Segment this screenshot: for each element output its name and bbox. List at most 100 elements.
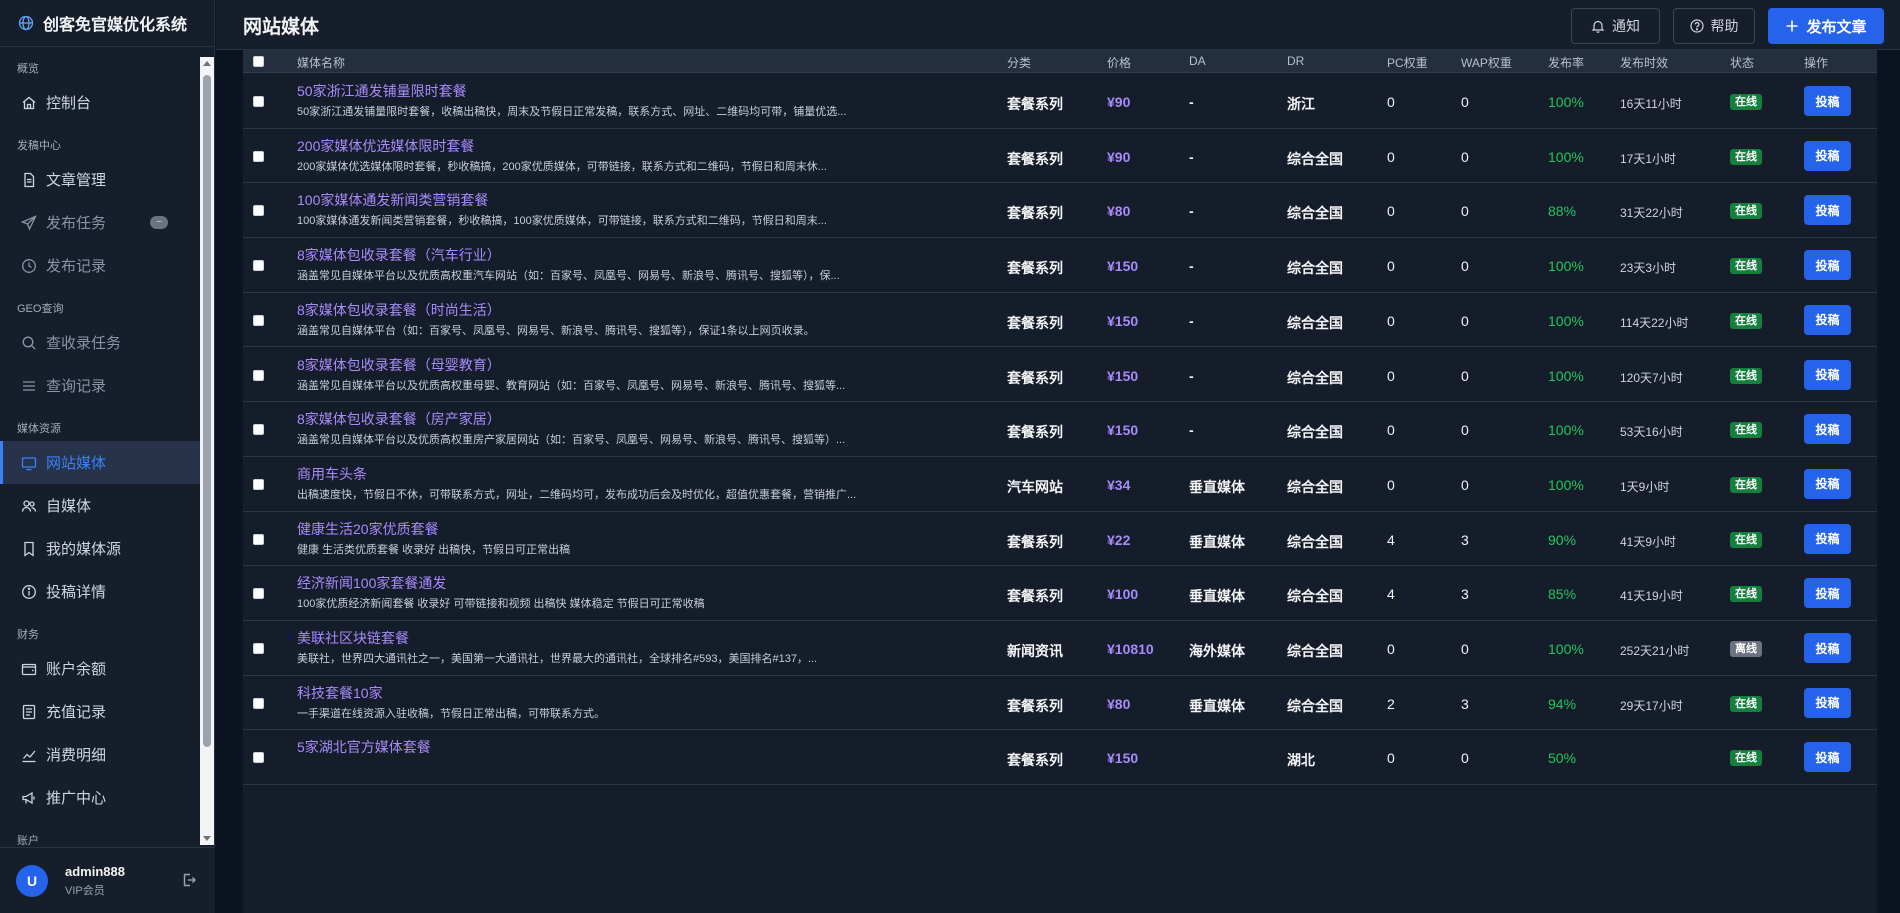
media-title[interactable]: 5家湖北官方媒体套餐	[297, 737, 431, 757]
sidebar-item[interactable]: 网站媒体	[0, 441, 200, 484]
media-title[interactable]: 200家媒体优选媒体限时套餐	[297, 136, 474, 156]
notify-button[interactable]: 通知	[1571, 8, 1660, 44]
media-title[interactable]: 8家媒体包收录套餐（汽车行业）	[297, 245, 501, 265]
media-title[interactable]: 经济新闻100家套餐通发	[297, 573, 446, 593]
sidebar-item[interactable]: 查询记录	[0, 364, 200, 407]
media-da: 垂直媒体	[1189, 478, 1245, 495]
media-pc-weight: 0	[1387, 367, 1395, 384]
sidebar-item[interactable]: 我的媒体源	[0, 527, 200, 570]
media-wap-weight: 3	[1461, 695, 1469, 712]
sidebar-item[interactable]: 查收录任务	[0, 321, 200, 364]
media-category: 套餐系列	[1007, 588, 1063, 605]
media-price: ¥90	[1107, 94, 1131, 110]
submit-button[interactable]: 投稿	[1804, 414, 1851, 445]
media-title[interactable]: 健康生活20家优质套餐	[297, 519, 439, 539]
media-description: 一手渠道在线资源入驻收稿，节假日正常出稿，可带联系方式。	[297, 707, 605, 720]
media-wap-weight: 0	[1461, 258, 1469, 275]
media-price: ¥80	[1107, 203, 1131, 220]
sidebar-nav: 概览 控制台 发稿中心 文章管理 发布任务 − 发布记录 GEO查询 查收录任务 查询记录 媒体资源…	[0, 47, 200, 847]
sidebar-item[interactable]: 文章管理	[0, 158, 200, 201]
media-title[interactable]: 8家媒体包收录套餐（房产家居）	[297, 409, 501, 429]
submit-button[interactable]: 投稿	[1804, 742, 1851, 773]
submit-button[interactable]: 投稿	[1804, 195, 1851, 226]
media-title[interactable]: 美联社区块链套餐	[297, 628, 409, 648]
col-dr[interactable]: DR	[1287, 54, 1304, 68]
brand[interactable]: 创客免官媒优化系统	[0, 0, 214, 47]
sidebar-scrollbar[interactable]	[200, 57, 214, 845]
row-checkbox[interactable]	[253, 697, 264, 709]
media-title[interactable]: 8家媒体包收录套餐（母婴教育）	[297, 355, 501, 375]
media-publish-time: 23天3小时	[1620, 261, 1677, 276]
sidebar-item[interactable]: 充值记录	[0, 690, 200, 733]
row-checkbox[interactable]	[253, 478, 264, 490]
media-da: -	[1189, 148, 1194, 165]
row-checkbox[interactable]	[253, 96, 264, 107]
scroll-down-arrow-icon[interactable]	[203, 836, 211, 841]
media-da: -	[1189, 203, 1194, 220]
submit-button[interactable]: 投稿	[1804, 687, 1851, 718]
row-checkbox[interactable]	[253, 533, 264, 545]
media-dr: 综合全国	[1287, 588, 1343, 605]
media-title[interactable]: 8家媒体包收录套餐（时尚生活）	[297, 300, 501, 320]
sidebar-item[interactable]: 消费明细	[0, 733, 200, 776]
col-publish-rate[interactable]: 发布率	[1548, 54, 1584, 71]
row-checkbox[interactable]	[253, 150, 264, 162]
col-price[interactable]: 价格	[1107, 54, 1131, 71]
submit-button[interactable]: 投稿	[1804, 250, 1851, 281]
media-title[interactable]: 50家浙江通发铺量限时套餐	[297, 81, 467, 101]
submit-button[interactable]: 投稿	[1804, 359, 1851, 390]
select-all-checkbox[interactable]	[253, 56, 264, 67]
publish-article-button[interactable]: 发布文章	[1768, 8, 1884, 44]
row-checkbox[interactable]	[253, 643, 264, 654]
nav-section-title: 发稿中心	[17, 140, 61, 152]
sidebar-item[interactable]: 推广中心	[0, 776, 200, 819]
table-row: 美联社区块链套餐 美联社，世界四大通讯社之一，美国第一大通讯社，世界最大的通讯社…	[243, 621, 1877, 676]
submit-button[interactable]: 投稿	[1804, 633, 1851, 663]
content-margin-right	[1877, 50, 1900, 913]
media-title[interactable]: 商用车头条	[297, 464, 367, 484]
row-checkbox[interactable]	[253, 260, 264, 272]
avatar[interactable]: U	[16, 864, 48, 897]
col-pc-weight[interactable]: PC权重	[1387, 54, 1428, 71]
row-checkbox[interactable]	[253, 314, 264, 326]
sidebar-item[interactable]: 控制台	[0, 81, 200, 124]
submit-button[interactable]: 投稿	[1804, 304, 1851, 335]
media-title[interactable]: 科技套餐10家	[297, 683, 383, 703]
col-da[interactable]: DA	[1189, 54, 1206, 68]
media-da: -	[1189, 94, 1194, 110]
row-checkbox[interactable]	[253, 424, 264, 436]
submit-button[interactable]: 投稿	[1804, 523, 1851, 554]
sidebar-item[interactable]: 账户余额	[0, 647, 200, 690]
row-checkbox[interactable]	[253, 369, 264, 381]
media-title[interactable]: 100家媒体通发新闻类营销套餐	[297, 190, 488, 210]
sidebar-item[interactable]: 发布任务 −	[0, 201, 200, 244]
media-da: 垂直媒体	[1189, 533, 1245, 550]
help-button[interactable]: 帮助	[1673, 8, 1755, 44]
sidebar-item[interactable]: 发布记录	[0, 244, 200, 287]
sidebar: 创客免官媒优化系统 概览 控制台 发稿中心 文章管理 发布任务 − 发布记录 GEO查询 查收录…	[0, 0, 215, 913]
scroll-up-arrow-icon[interactable]	[203, 61, 211, 66]
media-publish-rate: 88%	[1548, 203, 1577, 220]
sidebar-item[interactable]: 自媒体	[0, 484, 200, 527]
col-wap-weight[interactable]: WAP权重	[1461, 54, 1512, 71]
wallet-icon	[21, 663, 37, 675]
col-publish-time[interactable]: 发布时效	[1620, 54, 1668, 71]
submit-button[interactable]: 投稿	[1804, 468, 1851, 499]
submit-button[interactable]: 投稿	[1804, 86, 1851, 116]
row-checkbox[interactable]	[253, 205, 264, 217]
row-checkbox[interactable]	[253, 752, 264, 764]
col-category[interactable]: 分类	[1007, 54, 1031, 71]
scrollbar-thumb[interactable]	[203, 75, 211, 747]
help-label: 帮助	[1710, 18, 1739, 34]
col-name[interactable]: 媒体名称	[297, 54, 345, 71]
submit-button[interactable]: 投稿	[1804, 140, 1851, 171]
table-header: 媒体名称 分类 价格 DA DR PC权重 WAP权重 发布率 发布时效 状态 …	[243, 50, 1877, 73]
media-pc-weight: 2	[1387, 695, 1395, 712]
logout-icon[interactable]	[181, 872, 197, 888]
media-publish-rate: 100%	[1548, 148, 1584, 165]
row-checkbox[interactable]	[253, 588, 264, 600]
bookmark-icon	[24, 541, 34, 557]
sidebar-item[interactable]: 投稿详情	[0, 570, 200, 613]
submit-button[interactable]: 投稿	[1804, 578, 1851, 609]
media-publish-time: 41天19小时	[1620, 589, 1683, 604]
